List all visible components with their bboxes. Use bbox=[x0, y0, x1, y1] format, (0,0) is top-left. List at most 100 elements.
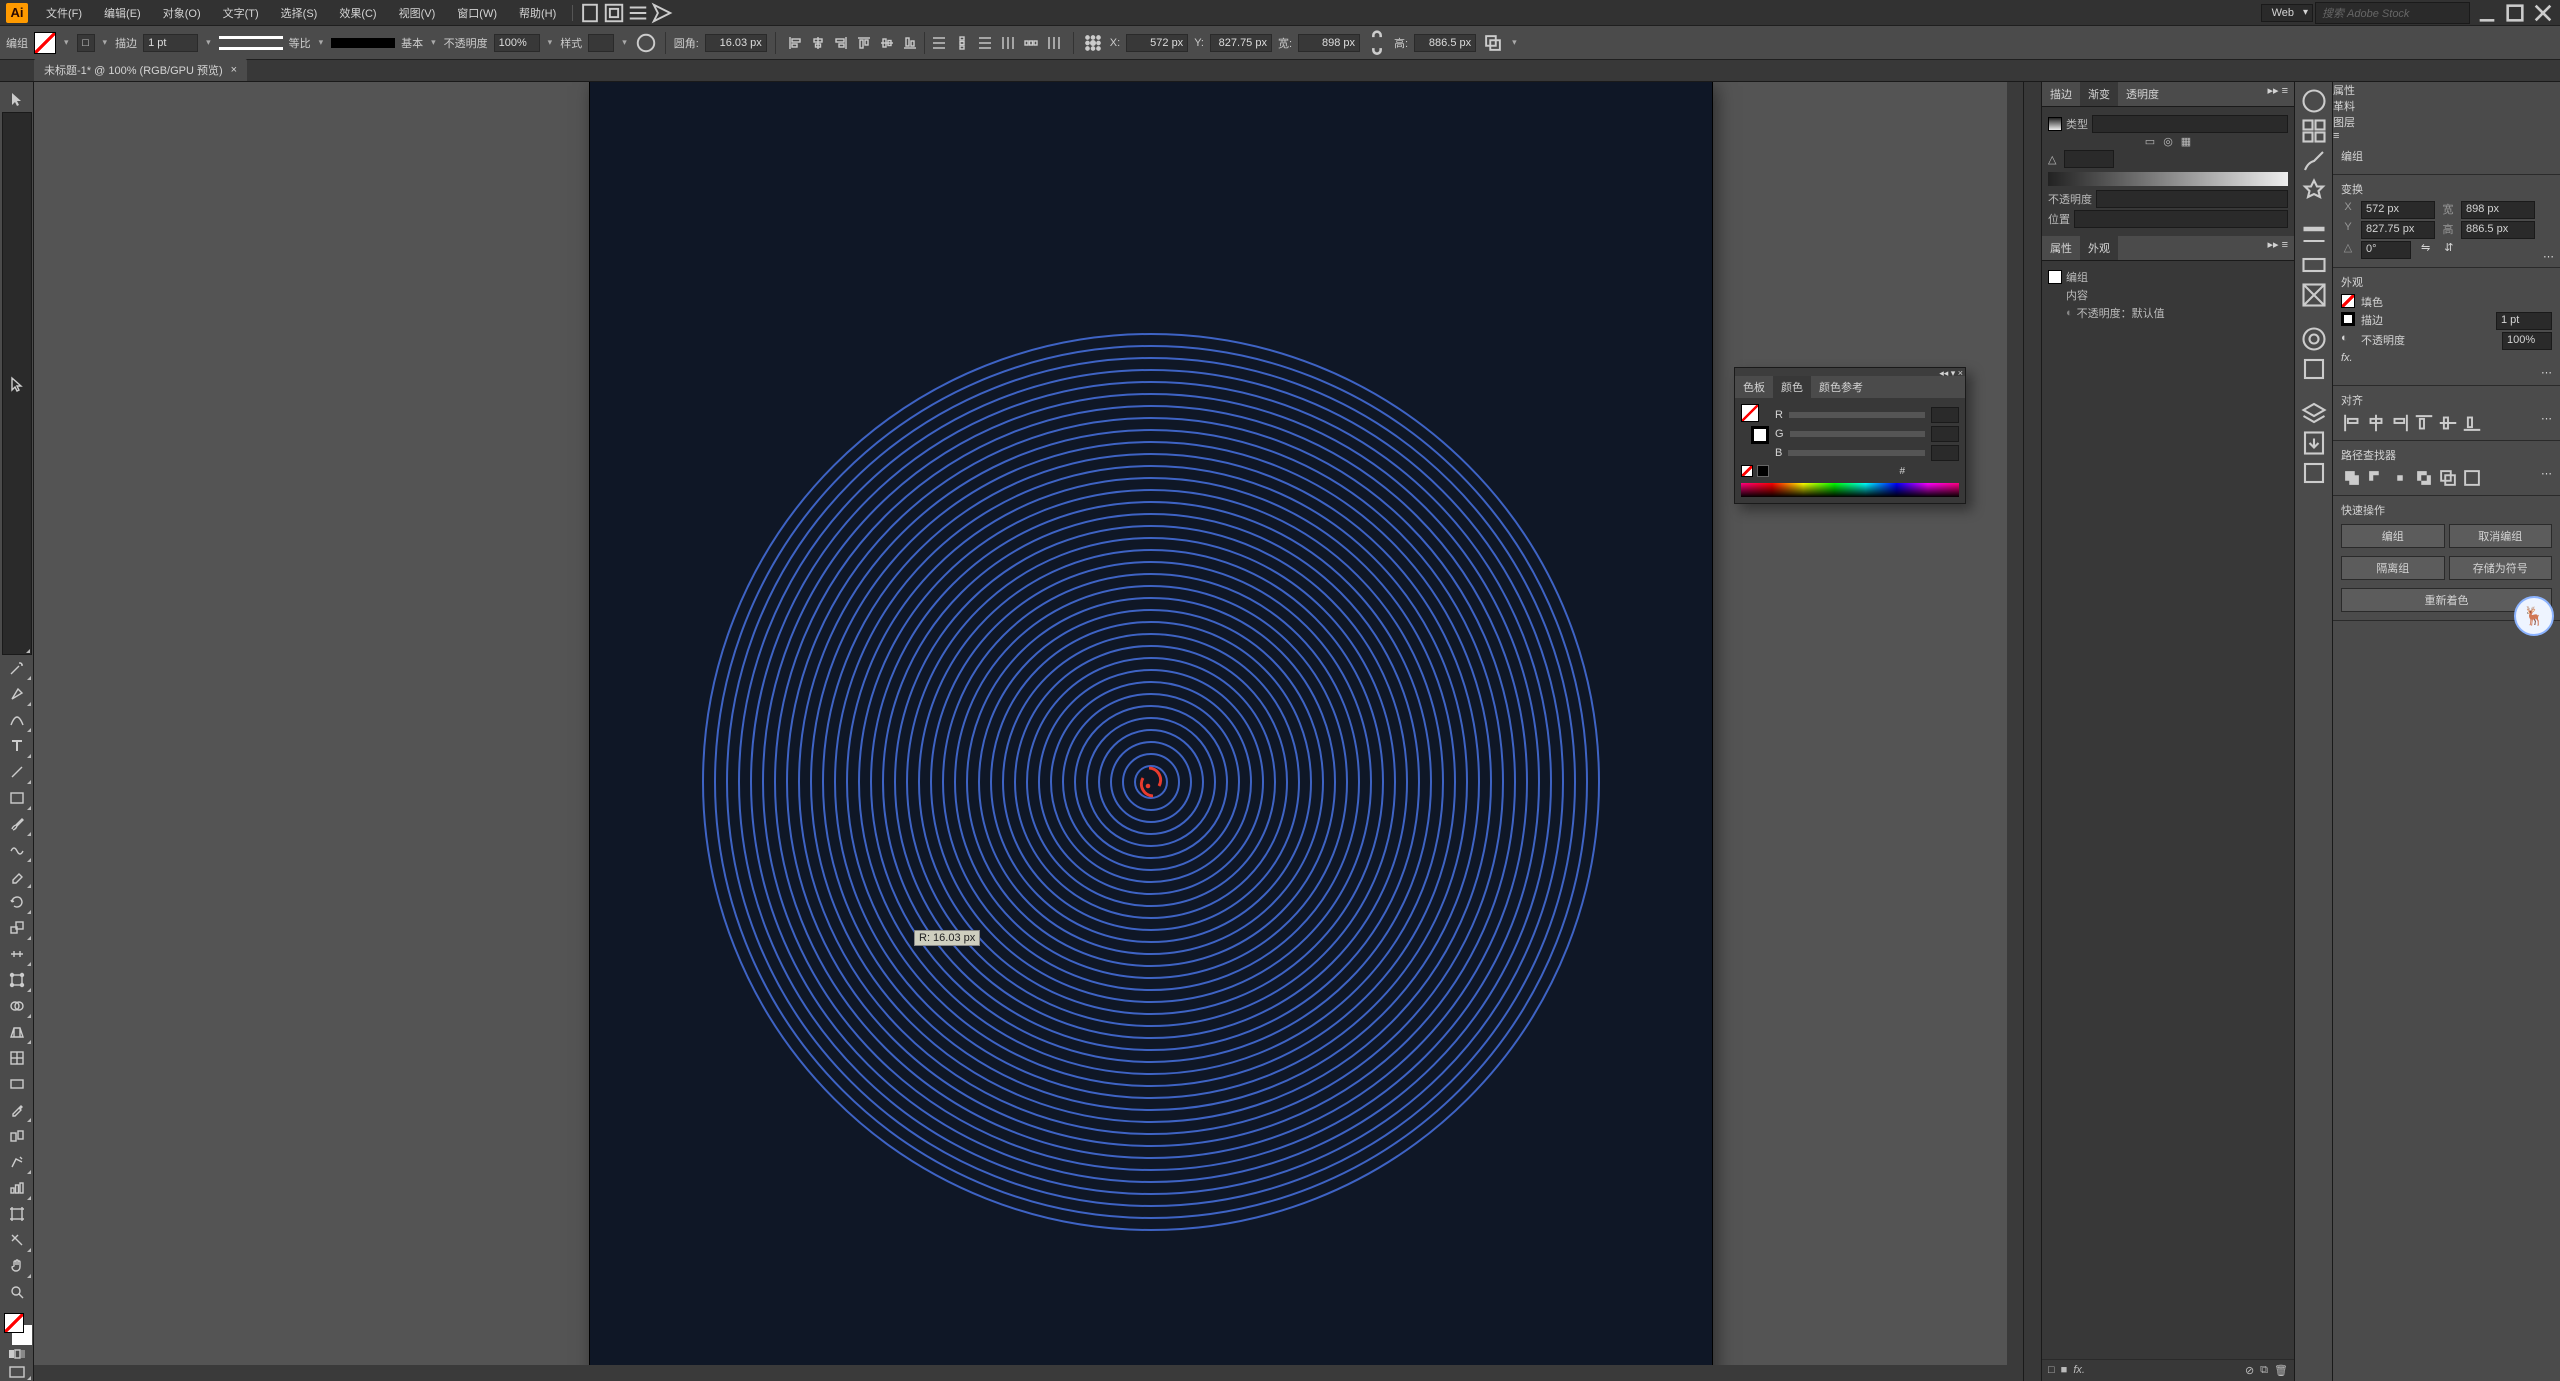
magic-wand-tool[interactable] bbox=[2, 655, 32, 681]
b-value[interactable] bbox=[1931, 445, 1959, 461]
fill-stroke-control[interactable] bbox=[2, 1311, 32, 1345]
p-align-vcenter[interactable] bbox=[2437, 412, 2459, 434]
grad-loc-field[interactable] bbox=[2074, 210, 2288, 228]
artboard-tool[interactable] bbox=[2, 1201, 32, 1227]
color-mode-toggle[interactable] bbox=[2, 1345, 32, 1363]
b-slider[interactable] bbox=[1788, 450, 1925, 456]
canvas[interactable]: R: 16.03 px ◂◂ ▾ × 色板 颜色 颜色参考 R G B bbox=[34, 82, 2023, 1381]
add-fill-icon[interactable]: ■ bbox=[2061, 1364, 2068, 1377]
grad-radial-icon[interactable]: ◎ bbox=[2163, 135, 2173, 148]
appearance-row-group[interactable]: 编组 bbox=[2066, 269, 2088, 285]
v-scrollbar[interactable] bbox=[2007, 82, 2023, 1365]
recolor-icon[interactable] bbox=[635, 32, 657, 54]
symbols-panel-icon[interactable] bbox=[2299, 176, 2329, 206]
align-bottom-icon[interactable] bbox=[899, 32, 921, 54]
menu-object[interactable]: 对象(O) bbox=[153, 1, 211, 25]
graph-tool[interactable] bbox=[2, 1175, 32, 1201]
p-align-top[interactable] bbox=[2413, 412, 2435, 434]
eraser-tool[interactable] bbox=[2, 863, 32, 889]
free-transform-tool[interactable] bbox=[2, 967, 32, 993]
prop-w[interactable]: 898 px bbox=[2461, 201, 2535, 219]
g-slider[interactable] bbox=[1790, 431, 1925, 437]
appearance-tab[interactable]: 外观 bbox=[2080, 236, 2118, 260]
scale-tool[interactable] bbox=[2, 915, 32, 941]
add-stroke-icon[interactable]: □ bbox=[2048, 1364, 2055, 1377]
link-wh-icon[interactable] bbox=[1366, 32, 1388, 54]
rectangle-tool[interactable] bbox=[2, 785, 32, 811]
black-swatch[interactable] bbox=[1757, 465, 1769, 477]
pathfinder-more-icon[interactable]: ⋯ bbox=[2541, 467, 2552, 489]
shape-builder-tool[interactable] bbox=[2, 993, 32, 1019]
dist-top-icon[interactable] bbox=[928, 32, 950, 54]
color-guide-tab[interactable]: 颜色参考 bbox=[1811, 376, 1871, 398]
line-tool[interactable] bbox=[2, 759, 32, 785]
duplicate-appearance-icon[interactable]: ⧉ bbox=[2260, 1364, 2268, 1377]
assistant-bubble[interactable]: 🦌 bbox=[2514, 596, 2554, 636]
h-scrollbar[interactable] bbox=[34, 1365, 2023, 1381]
attributes-tab[interactable]: 属性 bbox=[2042, 236, 2080, 260]
grad-swatch[interactable] bbox=[2048, 117, 2062, 131]
grad-linear-icon[interactable]: ▭ bbox=[2145, 135, 2155, 148]
color-tab[interactable]: 颜色 bbox=[1773, 376, 1811, 398]
clear-appearance-icon[interactable]: ⊘ bbox=[2245, 1364, 2254, 1377]
slice-tool[interactable] bbox=[2, 1227, 32, 1253]
close-tab-icon[interactable]: × bbox=[231, 64, 237, 76]
appearance-panel-icon[interactable] bbox=[2299, 324, 2329, 354]
align-right-icon[interactable] bbox=[830, 32, 852, 54]
color-panel[interactable]: ◂◂ ▾ × 色板 颜色 颜色参考 R G B bbox=[1734, 367, 1966, 504]
none-swatch[interactable] bbox=[1741, 465, 1753, 477]
layers-panel-icon[interactable] bbox=[2299, 398, 2329, 428]
y-field[interactable]: 827.75 px bbox=[1210, 34, 1272, 52]
window-minimize[interactable] bbox=[2476, 4, 2498, 22]
menu-file[interactable]: 文件(F) bbox=[36, 1, 92, 25]
artboard[interactable] bbox=[590, 82, 1712, 1381]
prop-stroke-pt[interactable]: 1 pt bbox=[2496, 312, 2552, 330]
stroke-swatch[interactable] bbox=[1751, 426, 1769, 444]
selection-tool[interactable] bbox=[2, 86, 32, 112]
ref-point-icon[interactable] bbox=[1082, 32, 1104, 54]
blend-tool[interactable] bbox=[2, 1123, 32, 1149]
appearance-row-opacity[interactable]: 不透明度：默认值 bbox=[2077, 305, 2165, 321]
align-vcenter-icon[interactable] bbox=[876, 32, 898, 54]
style-swatch[interactable] bbox=[588, 34, 614, 52]
gradient-tool[interactable] bbox=[2, 1071, 32, 1097]
g-value[interactable] bbox=[1931, 426, 1959, 442]
hand-tool[interactable] bbox=[2, 1253, 32, 1279]
doc-icon[interactable] bbox=[579, 3, 601, 23]
appearance-more-icon[interactable]: ⋯ bbox=[2541, 366, 2552, 379]
rotate-tool[interactable] bbox=[2, 889, 32, 915]
fill-dropdown[interactable]: ▾ bbox=[62, 37, 71, 48]
zoom-tool[interactable] bbox=[2, 1279, 32, 1305]
dist-left-icon[interactable] bbox=[997, 32, 1019, 54]
r-slider[interactable] bbox=[1789, 412, 1925, 418]
shaper-tool[interactable] bbox=[2, 837, 32, 863]
delete-appearance-icon[interactable]: 🗑 bbox=[2274, 1364, 2288, 1377]
color-panel-icon[interactable] bbox=[2299, 86, 2329, 116]
prop-h[interactable]: 886.5 px bbox=[2461, 221, 2535, 239]
color-mode[interactable]: □ bbox=[77, 34, 95, 52]
pf-intersect[interactable] bbox=[2389, 467, 2411, 489]
panel-menu-icon[interactable]: ▸▸ ≡ bbox=[2261, 82, 2294, 106]
width-tool[interactable] bbox=[2, 941, 32, 967]
p-align-bottom[interactable] bbox=[2461, 412, 2483, 434]
dist-hcenter-icon[interactable] bbox=[1020, 32, 1042, 54]
opacity-field[interactable]: 100% bbox=[494, 34, 540, 52]
menu-window[interactable]: 窗口(W) bbox=[447, 1, 507, 25]
prop-angle[interactable]: 0° bbox=[2361, 241, 2411, 259]
properties-menu-icon[interactable]: ≡ bbox=[2333, 130, 2560, 142]
pf-divide[interactable] bbox=[2437, 467, 2459, 489]
more-options-icon[interactable]: ⋯ bbox=[2543, 250, 2554, 263]
align-left-icon[interactable] bbox=[784, 32, 806, 54]
add-effect-icon[interactable]: fx. bbox=[2073, 1364, 2085, 1377]
curvature-tool[interactable] bbox=[2, 707, 32, 733]
type-tool[interactable] bbox=[2, 733, 32, 759]
align-top-icon[interactable] bbox=[853, 32, 875, 54]
p-align-hcenter[interactable] bbox=[2365, 412, 2387, 434]
brushes-panel-icon[interactable] bbox=[2299, 146, 2329, 176]
paintbrush-tool[interactable] bbox=[2, 811, 32, 837]
align-hcenter-icon[interactable] bbox=[807, 32, 829, 54]
grad-type-select[interactable] bbox=[2092, 115, 2288, 133]
p-align-left[interactable] bbox=[2341, 412, 2363, 434]
layers-tab[interactable]: 图层 bbox=[2333, 114, 2560, 130]
isolate-button[interactable]: 隔离组 bbox=[2341, 556, 2445, 580]
